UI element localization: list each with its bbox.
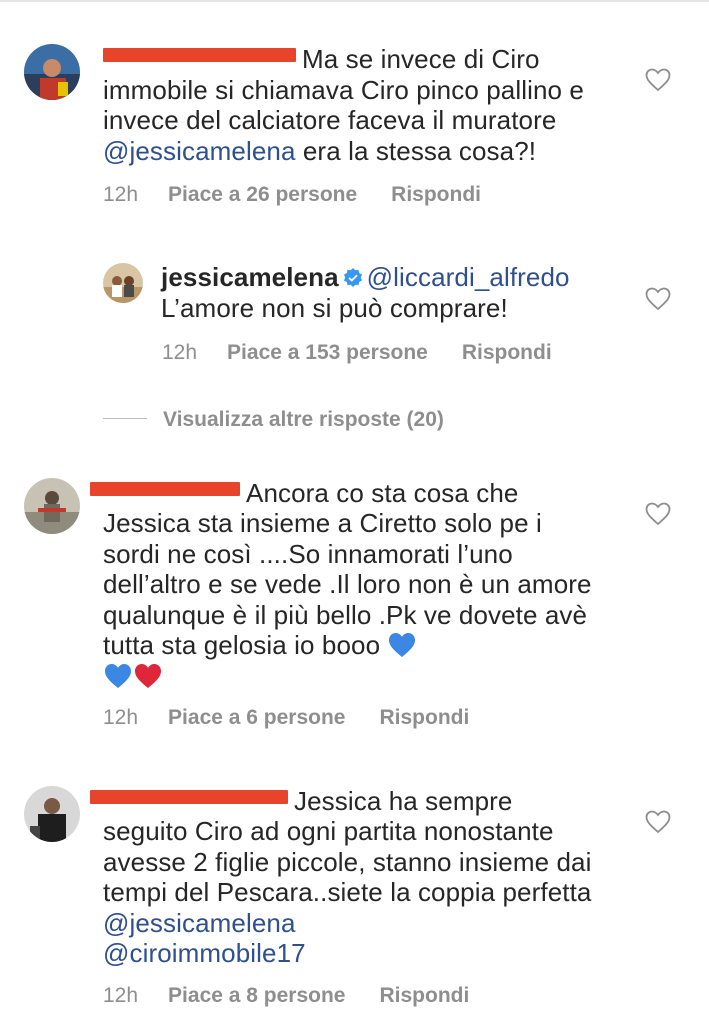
likes-count[interactable]: Piace a 26 persone [168,183,357,206]
reply-username[interactable]: jessicamelena [161,262,339,292]
verified-badge-icon [343,268,362,287]
likes-count[interactable]: Piace a 6 persone [168,706,345,729]
comment-text: Ancora co sta cosa che [90,478,650,509]
comment-text-body: Jessica sta insieme a Ciretto solo pe i … [103,508,603,691]
redacted-username[interactable] [90,790,288,804]
timestamp: 12h [103,706,139,729]
redacted-username[interactable] [90,482,240,496]
avatar[interactable] [24,44,80,100]
blue-heart-emoji [389,633,416,657]
comment-meta: 12h Piace a 8 persone Rispondi [103,984,469,1008]
red-heart-emoji [135,663,161,688]
timestamp: 12h [162,341,198,364]
divider-line [103,418,147,419]
avatar[interactable] [24,786,80,842]
reply-button[interactable]: Rispondi [379,984,469,1007]
heart-icon[interactable] [645,810,671,834]
view-more-replies[interactable]: Visualizza altre risposte (20) [103,408,444,432]
mention-link[interactable]: @liccardi_alfredo [367,262,570,292]
reply-text: jessicamelena @liccardi_alfredo L’amore no… [161,262,570,323]
redacted-username[interactable] [103,48,296,62]
timestamp: 12h [103,183,139,206]
mention-link[interactable]: @jessicamelena [103,136,296,166]
heart-icon[interactable] [645,68,671,92]
top-divider [0,0,709,2]
comment-text: Ma se invece di Ciro immobile si chiamav… [103,44,584,166]
likes-count[interactable]: Piace a 153 persone [227,341,428,364]
reply-button[interactable]: Rispondi [391,183,481,206]
mention-link[interactable]: @ciroimmobile17 [103,938,306,968]
reply-button[interactable]: Rispondi [379,706,469,729]
blue-heart-emoji [105,663,131,688]
heart-icon[interactable] [645,287,671,311]
comment-text: Jessica ha sempre [90,786,650,817]
likes-count[interactable]: Piace a 8 persone [168,984,345,1007]
reply-button[interactable]: Rispondi [462,341,552,364]
avatar[interactable] [24,478,80,534]
comment-meta: 12h Piace a 6 persone Rispondi [103,706,469,730]
timestamp: 12h [103,984,139,1007]
comment-meta: 12h Piace a 26 persone Rispondi [103,183,481,207]
avatar[interactable] [103,263,143,303]
reply-meta: 12h Piace a 153 persone Rispondi [162,341,552,365]
mention-link[interactable]: @jessicamelena [103,908,296,938]
heart-icon[interactable] [645,502,671,526]
comment-text-body: seguito Ciro ad ogni partita nonostante … [103,816,592,968]
